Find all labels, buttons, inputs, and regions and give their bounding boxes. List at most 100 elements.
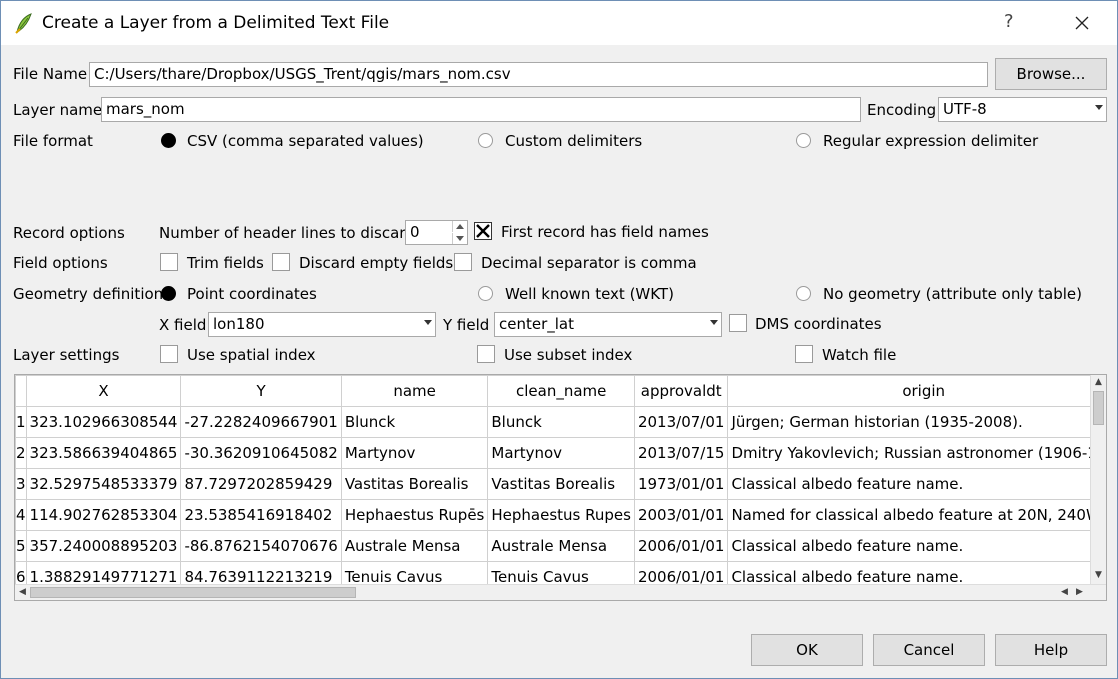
column-header[interactable]: X	[25, 375, 182, 407]
table-cell: 2013/07/15	[633, 437, 729, 469]
row-number[interactable]: 1	[15, 406, 27, 438]
scroll-left-arrow-icon[interactable]: ◀	[16, 586, 29, 599]
trim-fields-checkbox[interactable]	[160, 253, 178, 271]
dms-coordinates-checkbox[interactable]	[729, 314, 747, 332]
table-cell: -86.8762154070676	[180, 530, 342, 562]
custom-delimiters-label[interactable]: Custom delimiters	[505, 132, 642, 150]
watch-file-checkbox[interactable]	[795, 345, 813, 363]
scroll-up-arrow-icon[interactable]: ▲	[1092, 376, 1105, 389]
point-coordinates-radio[interactable]	[161, 286, 176, 301]
file-format-label: File format	[13, 132, 93, 150]
point-coordinates-label[interactable]: Point coordinates	[187, 285, 317, 303]
wkt-label[interactable]: Well known text (WKT)	[505, 285, 674, 303]
trim-fields-label[interactable]: Trim fields	[187, 254, 264, 272]
column-header[interactable]: clean_name	[487, 375, 635, 407]
no-geometry-label[interactable]: No geometry (attribute only table)	[823, 285, 1082, 303]
ok-button[interactable]: OK	[751, 634, 863, 666]
decimal-comma-label[interactable]: Decimal separator is comma	[481, 254, 697, 272]
row-number[interactable]: 5	[15, 530, 27, 562]
title-bar: Create a Layer from a Delimited Text Fil…	[1, 1, 1117, 45]
horizontal-scroll-thumb[interactable]	[30, 587, 356, 598]
subset-index-label[interactable]: Use subset index	[504, 346, 632, 364]
help-button[interactable]: Help	[995, 634, 1107, 666]
header-row: X Y name clean_name approvaldt origin	[15, 375, 1106, 407]
table-row: 1 323.102966308544 -27.2282409667901 Blu…	[15, 406, 1106, 438]
discard-empty-checkbox[interactable]	[272, 253, 290, 271]
header-lines-value: 0	[410, 223, 420, 241]
geometry-definition-label: Geometry definition	[13, 285, 164, 303]
horizontal-scrollbar[interactable]: ◀ ◀ ▶	[15, 584, 1106, 600]
table-cell: 32.5297548533379	[25, 468, 182, 500]
decimal-comma-checkbox[interactable]	[454, 253, 472, 271]
table-row: 2 323.586639404865 -30.3620910645082 Mar…	[15, 437, 1106, 469]
table-cell: Vastitas Borealis	[340, 468, 489, 500]
vertical-scroll-thumb[interactable]	[1093, 391, 1104, 425]
table-cell: 1973/01/01	[633, 468, 729, 500]
x-field-select[interactable]: lon180	[208, 312, 436, 337]
spin-down-button[interactable]	[452, 233, 467, 244]
row-number[interactable]: 2	[15, 437, 27, 469]
browse-button[interactable]: Browse...	[995, 58, 1107, 90]
file-name-label: File Name	[13, 65, 88, 83]
layer-settings-label: Layer settings	[13, 346, 120, 364]
csv-radio-label[interactable]: CSV (comma separated values)	[187, 132, 424, 150]
header-lines-spinbox[interactable]: 0	[405, 220, 468, 245]
regex-delimiter-radio[interactable]	[796, 133, 811, 148]
wkt-radio[interactable]	[478, 286, 493, 301]
discard-empty-label[interactable]: Discard empty fields	[299, 254, 453, 272]
scroll-right-arrow-icon[interactable]: ▶	[1073, 586, 1086, 599]
row-number[interactable]: 4	[15, 499, 27, 531]
table-cell: 357.240008895203	[25, 530, 182, 562]
spin-up-button[interactable]	[452, 221, 467, 232]
table-cell: Hephaestus Rupēs	[340, 499, 489, 531]
chevron-down-icon	[710, 320, 718, 325]
cancel-button[interactable]: Cancel	[873, 634, 985, 666]
no-geometry-radio[interactable]	[796, 286, 811, 301]
chevron-down-icon	[424, 320, 432, 325]
table-cell: Australe Mensa	[340, 530, 489, 562]
corner-header[interactable]	[15, 375, 27, 407]
subset-index-checkbox[interactable]	[477, 345, 495, 363]
y-field-label: Y field	[443, 316, 490, 334]
first-record-checkbox[interactable]	[474, 222, 492, 240]
vertical-scrollbar[interactable]: ▲ ▼	[1090, 375, 1106, 584]
spatial-index-label[interactable]: Use spatial index	[187, 346, 316, 364]
layer-name-input[interactable]: mars_nom	[101, 97, 861, 122]
column-header[interactable]: Y	[180, 375, 342, 407]
csv-radio[interactable]	[161, 133, 176, 148]
sample-data-table[interactable]: X Y name clean_name approvaldt origin 1 …	[14, 374, 1107, 601]
data-grid: X Y name clean_name approvaldt origin 1 …	[15, 375, 1106, 593]
scroll-down-arrow-icon[interactable]: ▼	[1092, 569, 1105, 582]
y-field-select[interactable]: center_lat	[494, 312, 722, 337]
qgis-icon	[15, 13, 32, 34]
chevron-down-icon	[456, 236, 464, 241]
context-help-button[interactable]: ?	[1004, 11, 1014, 32]
spatial-index-checkbox[interactable]	[160, 345, 178, 363]
column-header[interactable]: name	[340, 375, 489, 407]
table-cell: -30.3620910645082	[180, 437, 342, 469]
x-field-value: lon180	[213, 315, 265, 333]
table-cell: 2013/07/01	[633, 406, 729, 438]
first-record-label[interactable]: First record has field names	[501, 223, 709, 241]
watch-file-label[interactable]: Watch file	[822, 346, 896, 364]
table-cell: 2003/01/01	[633, 499, 729, 531]
regex-delimiter-label[interactable]: Regular expression delimiter	[823, 132, 1038, 150]
close-icon[interactable]	[1069, 12, 1095, 36]
y-field-value: center_lat	[499, 315, 574, 333]
custom-delimiters-radio[interactable]	[478, 133, 493, 148]
column-header[interactable]: approvaldt	[633, 375, 729, 407]
column-header[interactable]: origin	[727, 375, 1106, 407]
table-cell: 114.902762853304	[25, 499, 182, 531]
row-number[interactable]: 3	[15, 468, 27, 500]
file-name-input[interactable]: C:/Users/thare/Dropbox/USGS_Trent/qgis/m…	[89, 62, 988, 87]
chevron-down-icon	[1095, 105, 1103, 110]
encoding-select[interactable]: UTF-8	[938, 97, 1107, 122]
table-cell: Classical albedo feature name.	[727, 468, 1106, 500]
header-lines-label: Number of header lines to discard	[159, 224, 415, 242]
scroll-left-arrow-icon[interactable]: ◀	[1058, 586, 1071, 599]
table-cell: 2006/01/01	[633, 530, 729, 562]
table-cell: Dmitry Yakovlevich; Russian astronomer (…	[727, 437, 1106, 469]
dms-coordinates-label[interactable]: DMS coordinates	[755, 315, 882, 333]
table-cell: Australe Mensa	[487, 530, 635, 562]
table-cell: 323.586639404865	[25, 437, 182, 469]
